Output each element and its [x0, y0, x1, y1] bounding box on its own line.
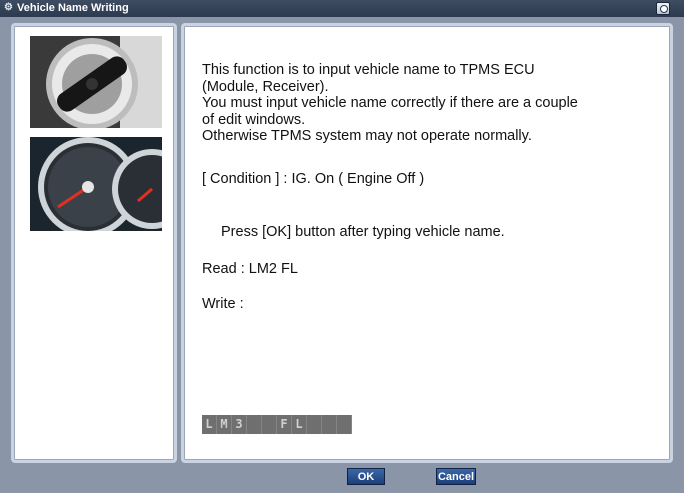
- edit-cell[interactable]: 3: [232, 415, 247, 434]
- write-label: Write :: [202, 296, 244, 312]
- gear-icon: ⚙: [4, 2, 13, 13]
- ignition-key-image: [30, 36, 162, 128]
- read-value: Read : LM2 FL: [202, 261, 298, 277]
- edit-cell[interactable]: [247, 415, 262, 434]
- intro-line: You must input vehicle name correctly if…: [202, 95, 578, 111]
- cancel-button[interactable]: Cancel: [436, 468, 476, 485]
- title-bar: ⚙ Vehicle Name Writing: [0, 0, 684, 17]
- intro-line: of edit windows.: [202, 111, 306, 128]
- edit-cell[interactable]: [307, 415, 322, 434]
- window-title: Vehicle Name Writing: [17, 2, 129, 14]
- instruction-text: Press [OK] button after typing vehicle n…: [221, 224, 505, 240]
- intro-text: This function is to input vehicle name t…: [202, 62, 662, 145]
- edit-cell[interactable]: L: [292, 415, 307, 434]
- intro-line: This function is to input vehicle name t…: [202, 62, 535, 78]
- vehicle-name-input[interactable]: L M 3 F L: [202, 415, 352, 434]
- info-panel: This function is to input vehicle name t…: [181, 23, 673, 463]
- system-menu-icon[interactable]: [656, 2, 670, 15]
- edit-cell[interactable]: [322, 415, 337, 434]
- edit-cell[interactable]: M: [217, 415, 232, 434]
- edit-cell[interactable]: [337, 415, 352, 434]
- edit-cell[interactable]: L: [202, 415, 217, 434]
- ok-button[interactable]: OK: [347, 468, 385, 485]
- intro-line: (Module, Receiver).: [202, 78, 329, 95]
- intro-line: Otherwise TPMS system may not operate no…: [202, 128, 532, 144]
- edit-cell[interactable]: F: [277, 415, 292, 434]
- vehicle-name-writing-window: ⚙ Vehicle Name Writing This function is …: [0, 0, 684, 493]
- condition-text: [ Condition ] : IG. On ( Engine Off ): [202, 171, 425, 187]
- image-panel: [11, 23, 177, 463]
- instrument-cluster-image: [30, 137, 162, 231]
- edit-cell[interactable]: [262, 415, 277, 434]
